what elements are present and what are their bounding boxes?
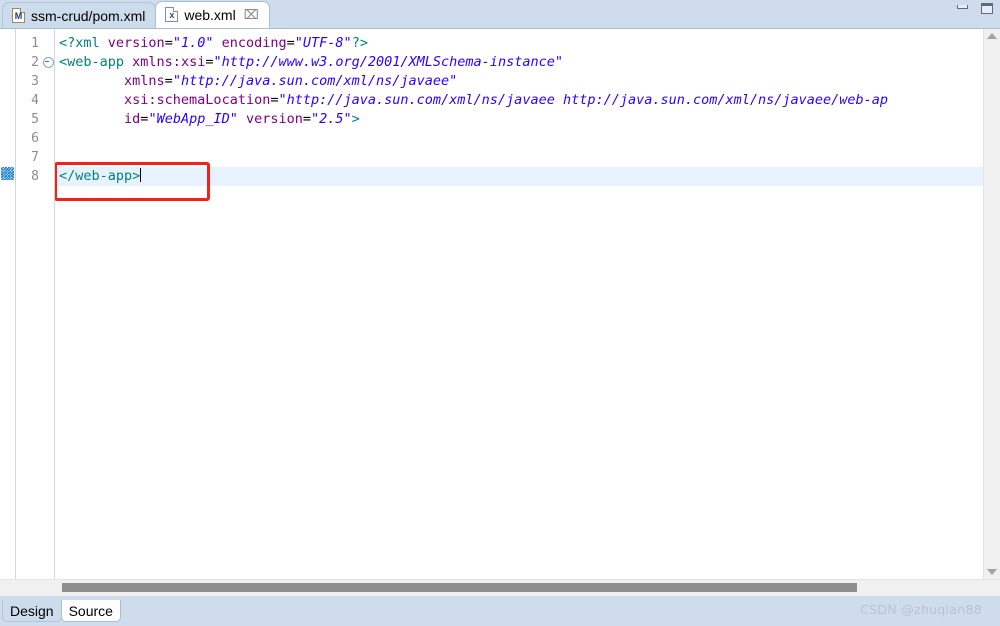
- code-token-punct: [124, 54, 132, 70]
- eclipse-editor-window: M ssm-crud/pom.xml x web.xml ⌧ 1 2 3 4 5…: [0, 0, 1000, 626]
- code-token-punct: =: [286, 35, 295, 51]
- maven-file-icon: M: [12, 8, 25, 23]
- code-line[interactable]: xmlns="http://java.sun.com/xml/ns/javaee…: [55, 72, 983, 91]
- code-line[interactable]: [55, 129, 983, 148]
- editor-mode-tab-bar: Design Source CSDN @zhuqian88: [0, 596, 1000, 626]
- code-token-punct: =: [164, 35, 173, 51]
- code-token-punct: [59, 92, 124, 108]
- annotation-ruler[interactable]: [0, 29, 16, 579]
- minimize-icon[interactable]: [956, 3, 970, 15]
- fold-slot: [42, 72, 54, 91]
- code-line[interactable]: <web-app xmlns:xsi="http://www.w3.org/20…: [55, 53, 983, 72]
- fold-slot: [42, 110, 54, 129]
- line-number: 5: [31, 112, 39, 127]
- maximize-icon[interactable]: [980, 3, 994, 15]
- editor-tab-label: ssm-crud/pom.xml: [31, 7, 146, 24]
- code-line[interactable]: id="WebApp_ID" version="2.5">: [55, 110, 983, 129]
- annotation-marker[interactable]: [1, 167, 14, 180]
- code-token-attr: version: [107, 35, 165, 51]
- source-editor: 1 2 3 4 5 6 7 8 <?xml version="1.0" enco…: [0, 28, 1000, 596]
- code-token-val: "1.0": [172, 35, 214, 51]
- fold-slot: [42, 53, 54, 72]
- code-token-proc: ?>: [351, 35, 368, 51]
- tab-source[interactable]: Source: [60, 600, 121, 622]
- close-icon[interactable]: ⌧: [244, 8, 259, 21]
- vertical-scrollbar[interactable]: [983, 29, 1000, 579]
- code-token-punct: [213, 35, 221, 51]
- tab-design-label: Design: [10, 602, 54, 619]
- editor-tab-label: web.xml: [184, 6, 236, 23]
- horizontal-scroll-thumb[interactable]: [62, 583, 857, 592]
- code-token-tag: >: [351, 111, 360, 127]
- fold-slot: [42, 34, 54, 53]
- line-number: 2: [31, 55, 39, 70]
- fold-slot: [42, 167, 54, 186]
- code-token-attr: version: [245, 111, 303, 127]
- editor-tab-bar: M ssm-crud/pom.xml x web.xml ⌧: [0, 0, 1000, 28]
- horizontal-scrollbar[interactable]: [0, 579, 1000, 596]
- code-token-attr: encoding: [221, 35, 287, 51]
- code-token-val: "UTF-8": [294, 35, 352, 51]
- line-number: 6: [31, 131, 39, 146]
- code-line[interactable]: [55, 148, 983, 167]
- line-number-ruler: 1 2 3 4 5 6 7 8: [16, 29, 42, 579]
- code-token-val: "2.5": [311, 111, 352, 127]
- line-number: 3: [31, 74, 39, 89]
- code-token-punct: [59, 111, 124, 127]
- code-token-punct: =: [164, 73, 173, 89]
- code-token-punct: [59, 73, 124, 89]
- collapse-icon[interactable]: [42, 57, 54, 68]
- code-token-val: "WebApp_ID": [148, 111, 238, 127]
- maven-file-icon-letter: M: [14, 10, 23, 21]
- fold-slot: [42, 148, 54, 167]
- code-token-val: "http://www.w3.org/2001/XMLSchema-instan…: [213, 54, 563, 70]
- code-token-tag: </web-app>: [59, 168, 141, 184]
- tab-design[interactable]: Design: [2, 600, 62, 622]
- editor-tab-web-xml[interactable]: x web.xml ⌧: [155, 1, 270, 28]
- fold-slot: [42, 91, 54, 110]
- fold-slot: [42, 129, 54, 148]
- code-token-attr: xsi:schemaLocation: [124, 92, 271, 108]
- code-token-punct: [238, 111, 246, 127]
- xml-file-icon-letter: x: [169, 9, 175, 20]
- code-token-proc: <?xml: [59, 35, 100, 51]
- code-token-tag: <web-app: [59, 54, 125, 70]
- code-token-punct: =: [302, 111, 312, 127]
- code-token-attr: xmlns:xsi: [132, 54, 206, 70]
- xml-file-icon: x: [165, 7, 179, 22]
- line-number: 4: [31, 93, 39, 108]
- code-token-val: "http://java.sun.com/xml/ns/javaee http:…: [278, 92, 889, 108]
- code-token-val: "http://java.sun.com/xml/ns/javaee": [172, 73, 458, 89]
- line-number: 8: [31, 169, 39, 184]
- code-token-attr: xmlns: [124, 73, 165, 89]
- tab-source-label: Source: [68, 602, 113, 619]
- code-text-area[interactable]: <?xml version="1.0" encoding="UTF-8"?> <w…: [55, 29, 983, 579]
- code-line[interactable]: xsi:schemaLocation="http://java.sun.com/…: [55, 91, 983, 110]
- folding-ruler: [42, 29, 55, 579]
- text-caret: [140, 168, 142, 182]
- code-line[interactable]: </web-app>: [55, 167, 983, 186]
- code-token-punct: [100, 35, 108, 51]
- line-number: 7: [31, 150, 39, 165]
- code-token-attr: id: [124, 111, 141, 127]
- editor-tab-pom-xml[interactable]: M ssm-crud/pom.xml: [2, 2, 157, 28]
- watermark: CSDN @zhuqian88: [860, 602, 982, 617]
- line-number: 1: [31, 36, 39, 51]
- window-controls: [956, 3, 994, 15]
- editor-main: 1 2 3 4 5 6 7 8 <?xml version="1.0" enco…: [0, 29, 1000, 579]
- code-line[interactable]: <?xml version="1.0" encoding="UTF-8"?>: [55, 34, 983, 53]
- scroll-up-icon[interactable]: [987, 33, 997, 39]
- scroll-down-icon[interactable]: [987, 569, 997, 575]
